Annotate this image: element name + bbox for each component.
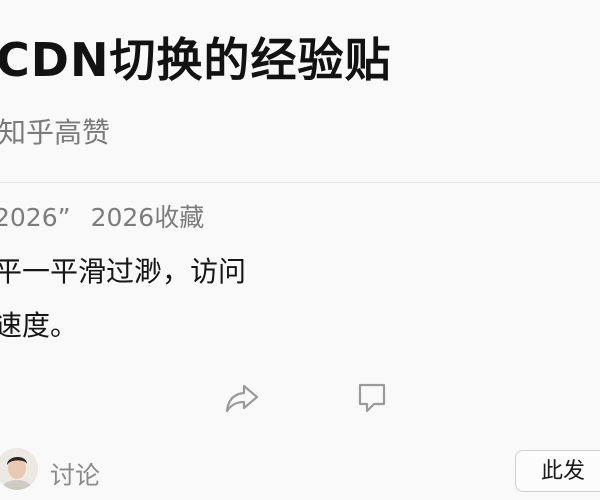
comment-button[interactable]: [352, 378, 392, 418]
discuss-label[interactable]: 讨论: [50, 458, 100, 494]
post-meta: 2026” 2026收藏: [0, 200, 204, 236]
avatar: [0, 448, 38, 490]
post-title: CDN切换的经验贴: [0, 33, 392, 87]
share-arrow-icon: [225, 384, 259, 413]
share-button[interactable]: [222, 378, 262, 418]
avatar-image: [0, 448, 38, 490]
section-divider: [0, 182, 600, 183]
post-subtitle: 知乎高赞: [0, 116, 111, 149]
post-body-line-2: 速度。: [0, 309, 79, 342]
meta-quote: 2026”: [0, 203, 71, 232]
comment-icon: [358, 383, 386, 413]
post-button[interactable]: 此发: [515, 450, 600, 492]
meta-collection: 2026收藏: [90, 203, 205, 232]
post-body-line-1: 平一平滑过渺，访问: [0, 255, 247, 288]
